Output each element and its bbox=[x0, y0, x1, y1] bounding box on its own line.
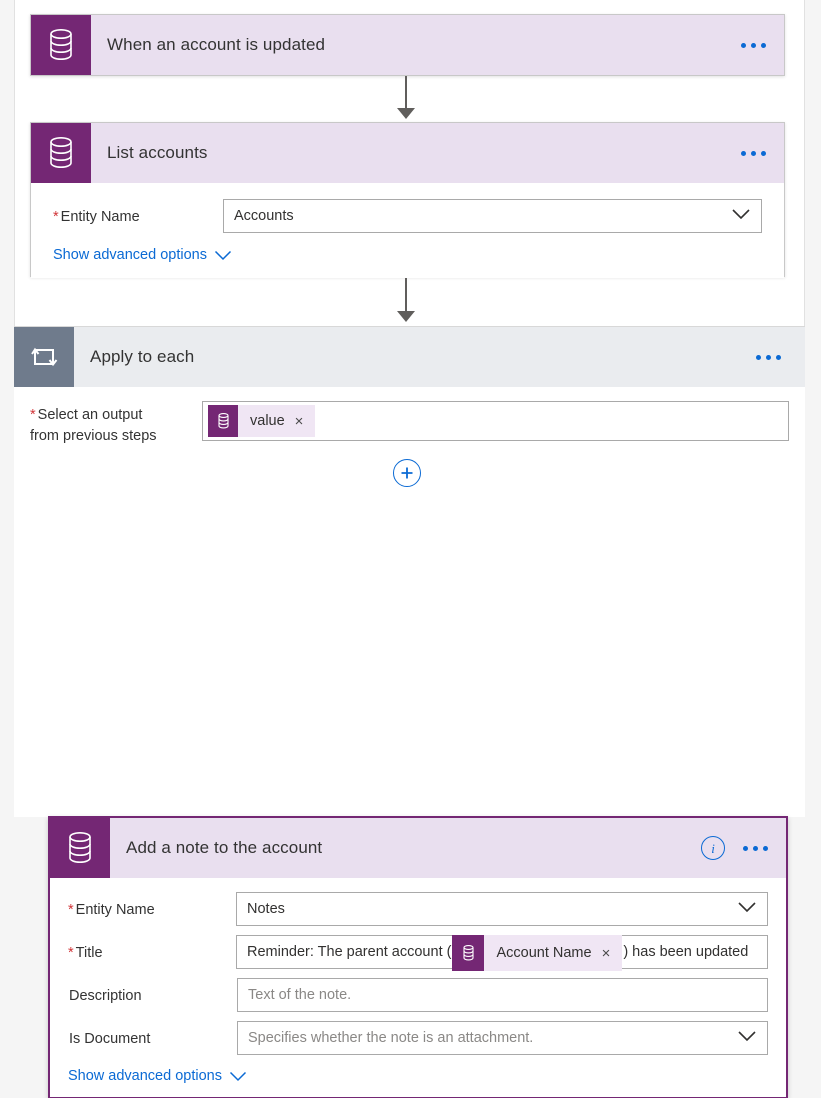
note-entity-name-value: Notes bbox=[247, 901, 285, 917]
connector-1-arrow bbox=[397, 108, 415, 119]
apply-to-each-header[interactable]: Apply to each bbox=[14, 326, 805, 387]
select-output-field[interactable]: value × bbox=[202, 401, 789, 441]
note-description-placeholder: Text of the note. bbox=[248, 987, 351, 1003]
field-label-entity-name: *Entity Name bbox=[53, 199, 223, 226]
field-row-description: Description Text of the note. bbox=[68, 978, 768, 1012]
database-icon bbox=[208, 405, 238, 437]
title-text-after: ) has been updated bbox=[623, 944, 748, 960]
field-label-title: *Title bbox=[68, 935, 236, 962]
add-note-card[interactable]: Add a note to the account i *Entity Name bbox=[48, 816, 788, 1098]
more-options-icon[interactable] bbox=[739, 37, 768, 54]
field-control-is-document: Specifies whether the note is an attachm… bbox=[237, 1021, 768, 1055]
connector-2 bbox=[405, 278, 407, 313]
flow-designer-canvas: When an account is updated List accounts bbox=[0, 0, 821, 817]
field-row-entity-name: *Entity Name Notes bbox=[68, 892, 768, 926]
add-step-row bbox=[8, 459, 805, 487]
field-control-entity-name: Accounts bbox=[223, 199, 762, 233]
note-entity-name-dropdown[interactable]: Notes bbox=[236, 892, 768, 926]
connector-1 bbox=[405, 76, 407, 110]
chevron-down-icon bbox=[731, 208, 751, 224]
add-step-button[interactable] bbox=[393, 459, 421, 487]
entity-name-value: Accounts bbox=[234, 208, 294, 224]
trigger-card-title: When an account is updated bbox=[91, 35, 325, 55]
required-asterisk: * bbox=[30, 407, 36, 423]
info-icon[interactable]: i bbox=[701, 836, 725, 860]
apply-to-each-actions bbox=[754, 327, 783, 387]
list-accounts-card-body: *Entity Name Accounts Show advanced opti… bbox=[31, 183, 784, 278]
trigger-card-actions bbox=[739, 15, 768, 75]
token-remove-icon[interactable]: × bbox=[602, 946, 623, 961]
trigger-card[interactable]: When an account is updated bbox=[30, 14, 785, 76]
required-asterisk: * bbox=[68, 902, 74, 918]
trigger-card-header[interactable]: When an account is updated bbox=[31, 15, 784, 75]
database-icon bbox=[31, 123, 91, 183]
field-row-entity-name: *Entity Name Accounts bbox=[53, 199, 762, 233]
loop-icon bbox=[14, 327, 74, 387]
entity-name-dropdown[interactable]: Accounts bbox=[223, 199, 762, 233]
list-accounts-card-header[interactable]: List accounts bbox=[31, 123, 784, 183]
chevron-down-icon bbox=[737, 1030, 757, 1046]
add-note-card-header[interactable]: Add a note to the account i bbox=[50, 818, 786, 878]
select-output-label: *Select an output from previous steps bbox=[30, 401, 202, 447]
database-icon bbox=[50, 818, 110, 878]
more-options-icon[interactable] bbox=[754, 349, 783, 366]
field-control-title: Reminder: The parent account ( bbox=[236, 935, 768, 969]
select-output-row: *Select an output from previous steps bbox=[14, 401, 805, 447]
database-icon bbox=[31, 15, 91, 75]
required-asterisk: * bbox=[53, 209, 59, 225]
chevron-down-icon bbox=[737, 901, 757, 917]
apply-to-each-body: *Select an output from previous steps bbox=[14, 387, 805, 487]
list-accounts-card-actions bbox=[739, 123, 768, 183]
apply-to-each-card[interactable]: Apply to each *Select an output from pre… bbox=[14, 326, 805, 817]
note-is-document-placeholder: Specifies whether the note is an attachm… bbox=[248, 1030, 533, 1046]
add-note-card-body: *Entity Name Notes bbox=[50, 878, 786, 1097]
note-description-input[interactable]: Text of the note. bbox=[237, 978, 768, 1012]
list-accounts-card-title: List accounts bbox=[91, 143, 208, 163]
more-options-icon[interactable] bbox=[739, 145, 768, 162]
add-note-card-actions: i bbox=[701, 818, 770, 878]
token-remove-icon[interactable]: × bbox=[295, 414, 316, 429]
note-title-input[interactable]: Reminder: The parent account ( bbox=[236, 935, 768, 969]
required-asterisk: * bbox=[68, 945, 74, 961]
chevron-down-icon bbox=[214, 250, 232, 261]
database-icon bbox=[452, 935, 484, 971]
connector-2-arrow bbox=[397, 311, 415, 322]
plus-icon bbox=[400, 466, 414, 480]
token-account-name[interactable]: Account Name × bbox=[452, 935, 622, 971]
field-label-is-document: Is Document bbox=[68, 1021, 237, 1048]
field-row-is-document: Is Document Specifies whether the note i… bbox=[68, 1021, 768, 1055]
show-advanced-options-link[interactable]: Show advanced options bbox=[53, 247, 232, 263]
token-value[interactable]: value × bbox=[208, 405, 315, 437]
field-label-description: Description bbox=[68, 978, 237, 1005]
title-text-before: Reminder: The parent account ( bbox=[247, 944, 451, 960]
list-accounts-card[interactable]: List accounts *Entity Name Accounts bbox=[30, 122, 785, 277]
chevron-down-icon bbox=[229, 1071, 247, 1082]
show-advanced-options-link[interactable]: Show advanced options bbox=[68, 1068, 247, 1084]
apply-to-each-title: Apply to each bbox=[74, 347, 194, 367]
add-note-advanced-row: Show advanced options bbox=[68, 1064, 768, 1085]
field-row-title: *Title Reminder: The parent account ( bbox=[68, 935, 768, 969]
field-control-entity-name: Notes bbox=[236, 892, 768, 926]
more-options-icon[interactable] bbox=[741, 840, 770, 857]
add-note-card-title: Add a note to the account bbox=[110, 838, 322, 858]
field-label-entity-name: *Entity Name bbox=[68, 892, 236, 919]
list-accounts-advanced-row: Show advanced options bbox=[53, 243, 762, 264]
note-is-document-dropdown[interactable]: Specifies whether the note is an attachm… bbox=[237, 1021, 768, 1055]
token-value-label: value bbox=[238, 413, 295, 429]
token-account-name-label: Account Name bbox=[484, 945, 601, 961]
field-control-description: Text of the note. bbox=[237, 978, 768, 1012]
